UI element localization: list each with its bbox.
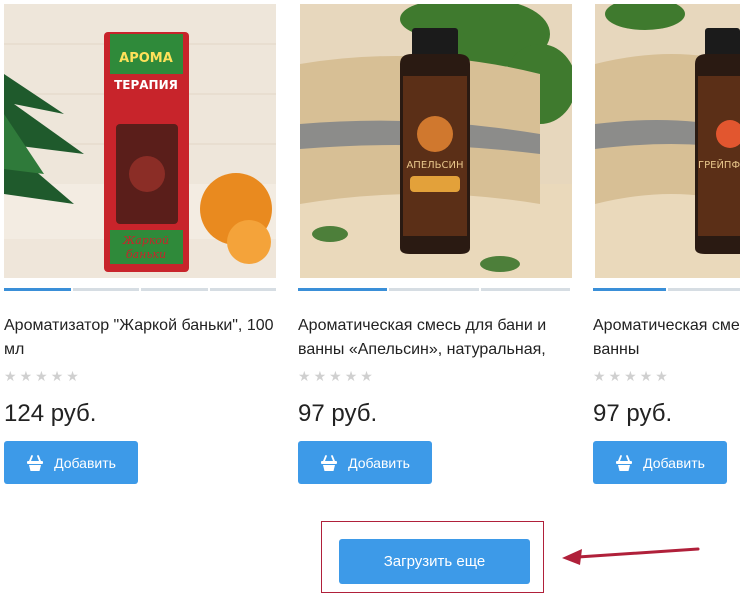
rating-stars: ★ ★ ★ ★ ★ xyxy=(298,368,373,384)
product-image[interactable]: АРОМА ТЕРАПИЯ Жаркой баньки xyxy=(4,4,276,278)
basket-icon xyxy=(615,454,633,472)
image-slider-dots[interactable] xyxy=(4,288,276,291)
star-icon: ★ xyxy=(66,368,79,384)
product-title[interactable]: Ароматическая сме ванны «Грейпфрут» xyxy=(593,314,740,362)
star-icon: ★ xyxy=(593,368,606,384)
image-slider-dots[interactable] xyxy=(298,288,570,291)
star-icon: ★ xyxy=(624,368,637,384)
load-more-button[interactable]: Загрузить еще xyxy=(339,539,530,584)
star-icon: ★ xyxy=(655,368,668,384)
star-icon: ★ xyxy=(298,368,311,384)
star-icon: ★ xyxy=(35,368,48,384)
product-card: ГРЕЙПФ Ароматическая сме ванны «Грейпфру… xyxy=(593,0,740,596)
product-image[interactable]: ГРЕЙПФ xyxy=(595,4,740,278)
rating-stars: ★ ★ ★ ★ ★ xyxy=(593,368,668,384)
add-to-cart-label: Добавить xyxy=(348,454,410,471)
product-price: 124 руб. xyxy=(4,400,97,427)
star-icon: ★ xyxy=(639,368,653,384)
product-title[interactable]: Ароматическая смесь для бани и ванны «Ап… xyxy=(298,314,570,362)
package-text: ГРЕЙПФ xyxy=(698,158,740,171)
star-icon: ★ xyxy=(608,368,622,384)
star-icon: ★ xyxy=(329,368,342,384)
package-text: АПЕЛЬСИН xyxy=(406,160,463,171)
add-to-cart-button[interactable]: Добавить xyxy=(593,441,727,484)
product-price: 97 руб. xyxy=(298,400,378,427)
star-icon: ★ xyxy=(50,368,64,384)
add-to-cart-label: Добавить xyxy=(54,454,116,471)
star-icon: ★ xyxy=(19,368,33,384)
product-title[interactable]: Ароматизатор "Жаркой баньки", 100 мл xyxy=(4,314,276,362)
arrow-left-icon xyxy=(558,540,703,575)
package-text: АРОМА xyxy=(119,51,173,66)
package-text: баньки xyxy=(126,248,166,261)
star-icon: ★ xyxy=(313,368,327,384)
product-price: 97 руб. xyxy=(593,400,673,427)
package-text: Жаркой xyxy=(122,234,169,247)
add-to-cart-button[interactable]: Добавить xyxy=(298,441,432,484)
basket-icon xyxy=(320,454,338,472)
star-icon: ★ xyxy=(4,368,17,384)
package-text: ТЕРАПИЯ xyxy=(114,78,178,92)
add-to-cart-button[interactable]: Добавить xyxy=(4,441,138,484)
add-to-cart-label: Добавить xyxy=(643,454,705,471)
image-slider-dots[interactable] xyxy=(593,288,740,291)
star-icon: ★ xyxy=(360,368,373,384)
product-image[interactable]: АПЕЛЬСИН xyxy=(300,4,572,278)
star-icon: ★ xyxy=(344,368,358,384)
rating-stars: ★ ★ ★ ★ ★ xyxy=(4,368,79,384)
basket-icon xyxy=(26,454,44,472)
